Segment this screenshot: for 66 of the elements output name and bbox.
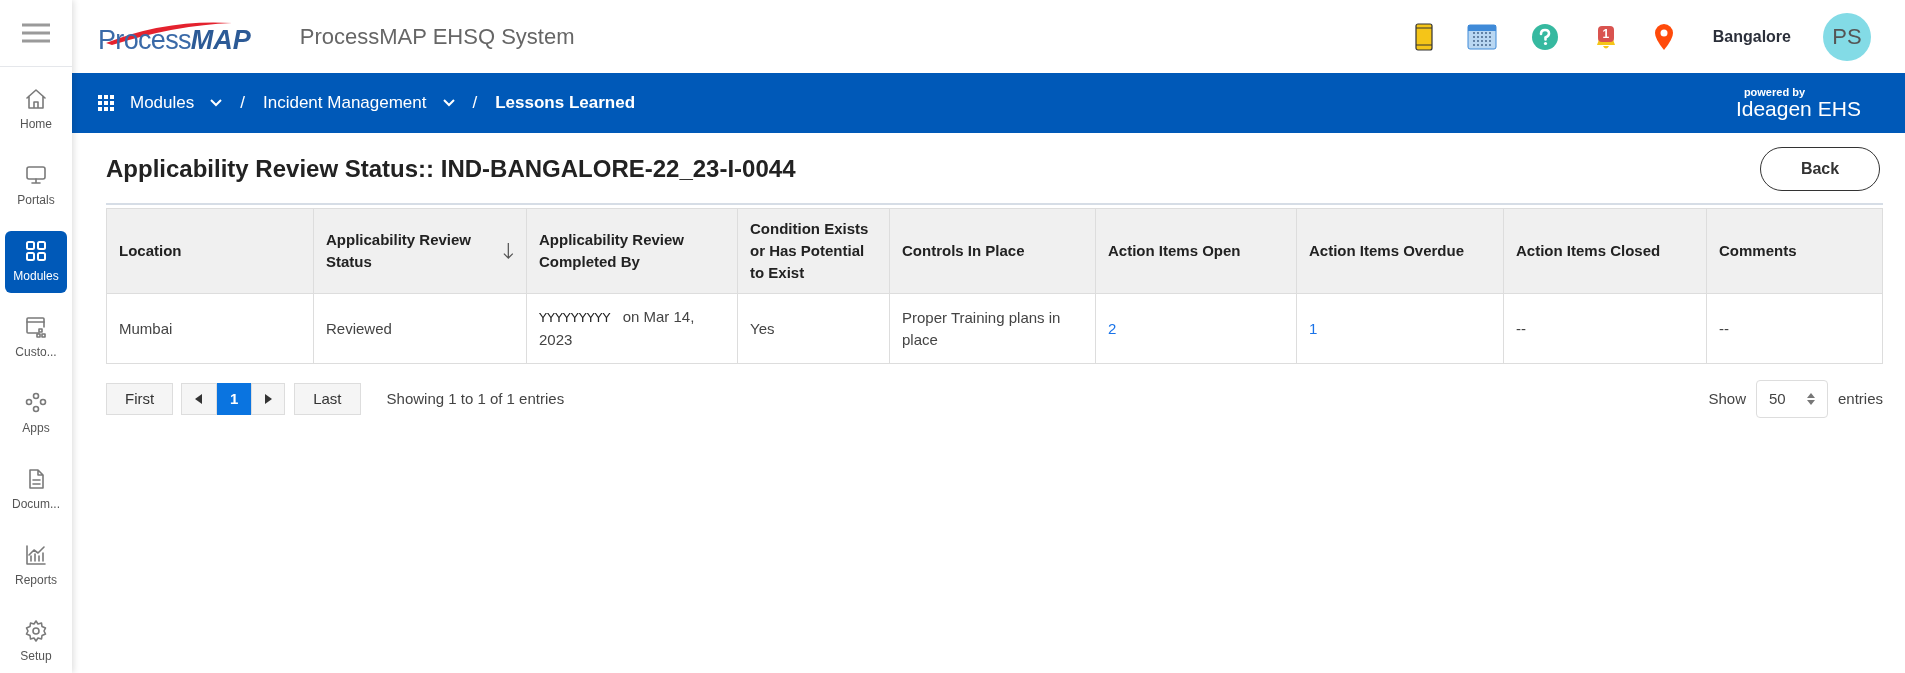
sort-toggle-icon — [1806, 393, 1815, 405]
window-icon — [24, 315, 48, 339]
powered-by-logo: powered by Ideagen EHS — [1735, 87, 1861, 119]
column-header[interactable]: Comments — [1706, 208, 1883, 294]
app-title: ProcessMAP EHSQ System — [299, 23, 575, 51]
table-cell: Proper Training plans in place — [889, 293, 1096, 364]
sidebar-item[interactable]: Home — [5, 79, 67, 141]
breadcrumb-separator: / — [240, 92, 245, 115]
breadcrumb-item[interactable]: Lessons Learned — [495, 90, 636, 116]
breadcrumb-item[interactable]: Incident Management — [263, 90, 455, 116]
settings-icon — [24, 619, 48, 643]
entries-summary: Showing 1 to 1 of 1 entries — [386, 388, 565, 409]
table-cell: YYYYYYYYY on Mar 14, 2023 — [526, 293, 738, 364]
table-cell: -- — [1706, 293, 1883, 364]
first-page-button[interactable]: First — [106, 383, 174, 415]
chevron-down-icon — [210, 99, 223, 107]
calendar-icon[interactable] — [1466, 23, 1497, 50]
caret-left-icon — [195, 394, 204, 404]
column-header[interactable]: Condition Exists or Has Potential to Exist — [737, 208, 890, 294]
table-cell: Yes — [737, 293, 890, 364]
column-header[interactable]: Location — [106, 208, 314, 294]
count-link-cell[interactable]: 1 — [1296, 293, 1504, 364]
notification-bell[interactable]: 1 — [1592, 22, 1619, 51]
breadcrumb-separator: / — [472, 92, 478, 115]
last-page-button[interactable]: Last — [294, 383, 361, 415]
show-label: Show — [1708, 388, 1746, 409]
grid-icon — [24, 239, 48, 263]
column-header[interactable]: Action Items Open — [1095, 208, 1297, 294]
caret-right-icon — [264, 394, 273, 404]
count-link-cell[interactable]: 2 — [1095, 293, 1297, 364]
user-avatar[interactable]: PS — [1823, 12, 1871, 61]
sidebar-item[interactable]: Docum... — [5, 459, 67, 521]
monitor-icon — [24, 163, 48, 187]
table-cell: -- — [1503, 293, 1707, 364]
app-logo: ProcessMAP — [96, 16, 258, 57]
home-icon — [24, 87, 48, 111]
page-title: Applicability Review Status:: IND-BANGALORE-22_23-I-0044 — [106, 154, 796, 184]
page-number-button[interactable]: 1 — [217, 383, 252, 415]
column-header[interactable]: Controls In Place — [889, 208, 1096, 294]
menu-icon — [21, 22, 51, 44]
column-header[interactable]: Applicability Review Status — [313, 208, 527, 294]
table-cell: Reviewed — [313, 293, 527, 364]
next-page-button[interactable] — [251, 383, 286, 415]
location-pin-icon[interactable] — [1652, 22, 1675, 51]
notification-badge: 1 — [1597, 25, 1614, 42]
sidebar-item[interactable]: Setup — [5, 611, 67, 673]
table-cell: Mumbai — [106, 293, 314, 364]
circles-icon — [24, 391, 48, 415]
mobile-phone-icon[interactable] — [1414, 22, 1433, 51]
sidebar-item[interactable]: Reports — [5, 535, 67, 597]
breadcrumb-item[interactable]: Modules — [98, 90, 223, 116]
sidebar-item[interactable]: Apps — [5, 383, 67, 445]
grid-icon — [98, 95, 114, 111]
sidebar-item[interactable]: Custo... — [5, 307, 67, 369]
column-header[interactable]: Action Items Closed — [1503, 208, 1707, 294]
help-icon[interactable] — [1530, 22, 1559, 51]
page-size-select[interactable]: 50 — [1755, 380, 1828, 418]
entries-label: entries — [1837, 388, 1883, 409]
location-name[interactable]: Bangalore — [1712, 24, 1791, 49]
sidebar-item[interactable]: Modules — [5, 231, 67, 293]
previous-page-button[interactable] — [181, 383, 218, 415]
column-header[interactable]: Applicability Review Completed By — [526, 208, 738, 294]
chevron-down-icon — [442, 99, 455, 107]
bar-chart-icon — [24, 543, 48, 567]
sidebar-item[interactable]: Portals — [5, 155, 67, 217]
column-header[interactable]: Action Items Overdue — [1296, 208, 1504, 294]
